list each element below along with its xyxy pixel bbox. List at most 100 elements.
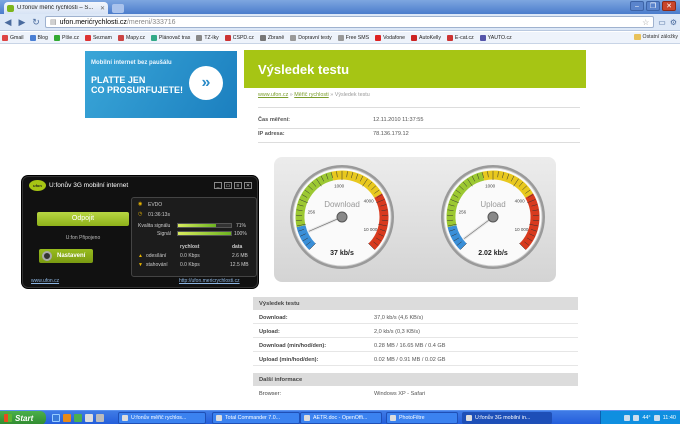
banner-line1: Mobilní internet bez paušálu [91,60,172,66]
download-volume-label: Download (min/hod/den): [259,343,327,349]
quicklaunch-desktop-icon[interactable] [85,414,93,422]
taskbar-button[interactable]: AETR.doc - OpenOffi... [300,412,382,424]
maximize-icon[interactable]: ❐ [646,1,660,11]
widget-minimize-icon[interactable]: _ [214,182,222,189]
close-window-icon[interactable]: ✕ [662,1,676,11]
divider [258,107,580,108]
bookmark-item[interactable]: Free SMS [337,34,369,41]
upload-value: 2,0 kb/s (0,3 KB/s) [374,329,421,335]
banner-line2: PLATTE JEN [91,75,146,85]
bookmark-item[interactable]: Zbraně [259,34,284,41]
taskbar-button[interactable]: U:fonův měřič rychlos... [118,412,206,424]
tray-security-icon[interactable] [653,415,660,421]
bookmark-item[interactable]: Blog [29,34,48,41]
bookmark-item[interactable]: Gmail [2,34,24,41]
download-value: 37,0 kb/s (4,6 KB/s) [374,315,424,321]
minimize-icon[interactable]: – [630,1,644,11]
reload-icon[interactable]: ↻ [31,17,41,28]
widget-menu-icon[interactable]: ≡ [234,182,242,189]
other-bookmarks[interactable]: Ostatní záložky [633,34,678,40]
bookmark-item[interactable]: Plánovač tras [150,34,190,41]
ufon-logo: ufon [29,180,46,191]
address-bar[interactable]: ▤ ufon.merićrychlosti.cz /mereni/333716 … [45,16,655,28]
quicklaunch-firefox-icon[interactable] [63,414,71,422]
gauge-name: Upload [480,200,505,209]
bookmark-item[interactable]: CSPD.cz [224,34,254,41]
widget-close-icon[interactable]: ✕ [244,182,252,189]
bookmark-item[interactable]: YAUTO.cz [479,34,512,41]
upload-arrow-icon: ▲ [138,253,143,259]
ip-value: 78.136.179.12 [373,131,409,137]
new-tab-button[interactable] [112,4,124,13]
quicklaunch-ie-icon[interactable] [52,414,60,422]
bookmark-item[interactable]: AutoKelly [411,34,441,41]
gauge-value: 37 kb/s [330,250,354,257]
system-tray: 44° 11:40 [600,411,680,424]
breadcrumb-separator: » [330,92,334,98]
bookmark-item[interactable]: TZ-lky [196,34,219,41]
bookmark-star-icon[interactable]: ☆ [642,18,649,27]
page-menu-icon[interactable]: ▭ [658,18,666,27]
taskbar-button[interactable]: Total Commander 7.0... [212,412,300,424]
forward-icon[interactable]: ▶ [17,17,27,28]
signal-quality-value: 71% [236,223,247,229]
browser-tab[interactable]: U:fonův měřič rychlosti – S... ✕ [4,2,108,14]
ad-banner[interactable]: Mobilní internet bez paušálu PLATTE JEN … [85,51,237,118]
bookmark-item[interactable]: Seznam [84,34,112,41]
disconnect-button[interactable]: Odpojit [37,212,129,226]
download-label: Download: [259,315,288,321]
speedtest-link[interactable]: http://ufon.mericrychlosti.cz [179,278,240,284]
start-button[interactable]: Start [0,411,46,424]
bookmark-label: CSPD.cz [232,34,254,41]
signal-icon: ◉ [138,201,143,207]
bookmark-item[interactable]: Mapy.cz [117,34,145,41]
table-row: Download (min/hod/den): 0.28 MB / 16.65 … [253,339,578,352]
gauge-tick-label: 10 000 [364,227,378,232]
tray-clock[interactable]: 11:40 [663,415,676,421]
divider [258,142,580,143]
bookmark-favicon-icon [259,34,266,41]
bookmark-item[interactable]: E-cat.cz [446,34,474,41]
stats-panel: ◉ EVDO ◷ 01:36:13s Kvalita signálu 71% S… [131,197,257,277]
breadcrumb-speedtest[interactable]: Měřič rychlosti [294,92,328,98]
bookmark-label: AutoKelly [419,34,441,41]
window-controls: – ❐ ✕ [630,1,676,11]
page-icon: ▤ [50,19,57,26]
bookmarks-bar: Gmail Blog Píše.cz Seznam Mapy.cz Plánovač tr… [0,32,680,44]
widget-restore-icon[interactable]: ▭ [224,182,232,189]
close-tab-icon[interactable]: ✕ [100,5,105,12]
bookmark-item[interactable]: Vodafone [375,34,405,41]
quicklaunch-chrome-icon[interactable] [74,414,82,422]
bookmark-favicon-icon [84,34,91,41]
browser-toolbar: ◀ ▶ ↻ ▤ ufon.merićrychlosti.cz /mereni/3… [0,14,680,31]
bookmark-item[interactable]: Dopravní testy [290,34,332,41]
signal-quality-bar [177,223,232,228]
results-table: Výsledek testu Download: 37,0 kb/s (4,6 … [253,297,578,410]
bookmark-favicon-icon [337,34,344,41]
bookmark-favicon-icon [290,34,297,41]
task-app-icon [466,415,472,421]
quicklaunch-app-icon[interactable] [96,414,104,422]
start-label: Start [15,413,34,423]
tray-temperature: 44° [642,415,651,421]
bookmark-item[interactable]: Píše.cz [53,34,79,41]
connection-status: U:fon Připojeno [65,235,101,241]
section-info-heading: Další informace [253,373,578,386]
taskbar-button[interactable]: PhotoFiltre [386,412,458,424]
taskbar-button[interactable]: U:fonův 3G mobilní in... [462,412,552,424]
wrench-icon[interactable]: ⚙ [670,18,677,27]
tray-volume-icon[interactable] [633,415,640,421]
settings-button[interactable]: Nastavení [39,249,93,263]
gauge-tick-label: 1000 [485,184,496,189]
browser-window: U:fonův měřič rychlosti – S... ✕ – ❐ ✕ ◀… [0,0,680,424]
tray-network-icon[interactable] [624,415,631,421]
ufon-website-link[interactable]: www.ufon.cz [31,278,59,284]
browser-value: Windows XP - Safari [374,391,426,397]
bookmark-favicon-icon [2,34,8,41]
divider [258,128,580,129]
breadcrumb-home[interactable]: www.ufon.cz [258,92,288,98]
other-bookmarks-label: Ostatní záložky [642,34,678,40]
table-row: Browser: Windows XP - Safari [253,387,578,400]
back-icon[interactable]: ◀ [3,17,13,28]
windows-logo-icon [4,414,12,422]
